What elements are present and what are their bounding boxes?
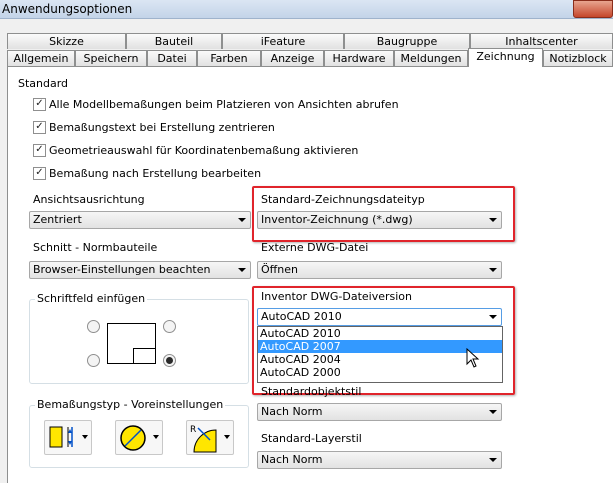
dateityp-label: Standard-Zeichnungsdateityp (261, 193, 425, 206)
tab-speichern[interactable]: Speichern (75, 50, 147, 66)
radio-bottom-left[interactable] (87, 354, 100, 367)
tab-inhaltscenter[interactable]: Inhaltscenter (470, 33, 613, 49)
select-value: Öffnen (261, 263, 298, 276)
title-bar: Anwendungsoptionen (0, 0, 613, 19)
checkbox-label: Alle Modellbemaßungen beim Platzieren vo… (49, 98, 399, 111)
close-button[interactable] (573, 0, 613, 18)
tab-label: Anzeige (270, 52, 315, 65)
tab-label: Notizblock (549, 52, 607, 65)
tab-label: Farben (210, 52, 248, 65)
tab-label: Skizze (49, 35, 84, 48)
layerstil-select[interactable]: Nach Norm (257, 451, 502, 469)
chevron-down-icon (238, 268, 246, 272)
chevron-down-icon (489, 315, 497, 319)
objektstil-select[interactable]: Nach Norm (257, 403, 502, 421)
extern-label: Externe DWG-Datei (261, 241, 369, 254)
checkbox-text-zentrieren[interactable]: ✓ (33, 121, 46, 134)
ansichtsausrichtung-select[interactable]: Zentriert (29, 211, 251, 229)
chevron-down-icon (489, 218, 497, 222)
svg-text:R: R (190, 425, 196, 435)
select-value: Zentriert (33, 213, 82, 226)
radio-top-left[interactable] (87, 320, 100, 333)
select-value: Browser-Einstellungen beachten (33, 263, 211, 276)
schnitt-label: Schnitt - Normbauteile (33, 241, 158, 254)
radius-dimension-button[interactable]: R (186, 420, 234, 455)
objektstil-label: Standardobjektstil (261, 385, 362, 398)
tab-notizblock[interactable]: Notizblock (543, 50, 613, 66)
chevron-down-icon (489, 458, 497, 462)
tab-hardware[interactable]: Hardware (324, 50, 394, 66)
radius-dimension-icon: R (190, 425, 217, 453)
checkbox-modellbemassungen[interactable]: ✓ (33, 98, 46, 111)
dateityp-select[interactable]: Inventor-Zeichnung (*.dwg) (257, 211, 502, 229)
select-value: Nach Norm (261, 405, 323, 418)
mouse-cursor-icon (466, 348, 480, 368)
tab-label: Hardware (332, 52, 386, 65)
diameter-dimension-button[interactable] (115, 420, 163, 455)
select-value: AutoCAD 2010 (261, 310, 342, 323)
tab-label: Meldungen (400, 52, 462, 65)
tab-label: Baugruppe (376, 35, 438, 48)
chevron-down-icon (489, 268, 497, 272)
schnitt-select[interactable]: Browser-Einstellungen beachten (29, 261, 251, 279)
checkbox-bemassung-bearbeiten[interactable]: ✓ (33, 167, 46, 180)
tab-skizze[interactable]: Skizze (7, 33, 126, 49)
checkbox-label: Bemaßung nach Erstellung bearbeiten (49, 167, 262, 180)
chevron-down-icon (82, 435, 88, 439)
select-value: Inventor-Zeichnung (*.dwg) (261, 213, 413, 226)
tab-farben[interactable]: Farben (197, 50, 261, 66)
tab-zeichnung[interactable]: Zeichnung (468, 48, 543, 67)
diameter-dimension-icon (120, 425, 146, 451)
window-title: Anwendungsoptionen (2, 2, 133, 16)
select-value: Nach Norm (261, 453, 323, 466)
chevron-down-icon (238, 218, 246, 222)
linear-dimension-icon (49, 426, 73, 448)
tab-label: Zeichnung (476, 50, 535, 63)
tab-ifeature[interactable]: iFeature (222, 33, 344, 49)
checkbox-label: Bemaßungstext bei Erstellung zentrieren (49, 121, 275, 134)
checkbox-geometrieauswahl[interactable]: ✓ (33, 144, 46, 157)
tab-label: Speichern (83, 52, 139, 65)
schriftfeld-label: Schriftfeld einfügen (35, 292, 148, 305)
tab-datei[interactable]: Datei (147, 50, 197, 66)
tab-label: Allgemein (13, 52, 69, 65)
dropdown-option[interactable]: AutoCAD 2010 (258, 327, 502, 340)
tab-label: iFeature (260, 35, 306, 48)
bemassungstyp-label: Bemaßungstyp - Voreinstellungen (35, 398, 226, 411)
chevron-down-icon (489, 410, 497, 414)
tab-bauteil[interactable]: Bauteil (126, 33, 222, 49)
tab-meldungen[interactable]: Meldungen (394, 50, 468, 66)
chevron-down-icon (224, 435, 230, 439)
radio-top-right[interactable] (163, 320, 176, 333)
extern-select[interactable]: Öffnen (257, 261, 502, 279)
checkbox-label: Geometrieauswahl für Koordinatenbemaßung… (49, 144, 359, 157)
standard-heading: Standard (18, 77, 69, 90)
linear-dimension-button[interactable] (44, 420, 92, 455)
tab-label: Bauteil (154, 35, 194, 48)
tab-label: Datei (157, 52, 187, 65)
chevron-down-icon (153, 435, 159, 439)
tab-allgemein[interactable]: Allgemein (7, 50, 75, 66)
dwgversion-select[interactable]: AutoCAD 2010 (257, 308, 502, 326)
ansichtsausrichtung-label: Ansichtsausrichtung (33, 193, 145, 206)
layerstil-label: Standard-Layerstil (261, 432, 362, 445)
tab-baugruppe[interactable]: Baugruppe (344, 33, 470, 49)
tab-anzeige[interactable]: Anzeige (261, 50, 324, 66)
title-block-corner-icon (133, 348, 155, 363)
radio-bottom-right[interactable] (163, 354, 176, 367)
tab-label: Inhaltscenter (505, 35, 578, 48)
title-block-preview-icon (107, 323, 156, 364)
dwgversion-label: Inventor DWG-Dateiversion (261, 290, 413, 303)
